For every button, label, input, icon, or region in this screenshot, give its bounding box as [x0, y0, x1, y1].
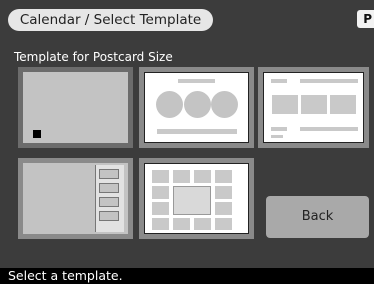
template-4[interactable]: [18, 158, 133, 239]
mode-badge: P: [357, 10, 374, 28]
strip-cell-2: [99, 183, 119, 193]
grid-cell: [152, 202, 169, 215]
grid-cell: [152, 170, 169, 183]
template-3[interactable]: [258, 67, 369, 148]
status-bar: Select a template.: [0, 268, 374, 284]
cell-1: [272, 95, 298, 114]
grid-cell: [173, 218, 190, 230]
template-2[interactable]: [139, 67, 254, 148]
template-3-preview: [263, 72, 364, 143]
cell-3: [330, 95, 356, 114]
grid-cell: [194, 218, 211, 230]
circle-2: [184, 91, 211, 118]
grid-cell: [152, 186, 169, 199]
grid-center: [173, 186, 211, 215]
strip-cell-1: [99, 169, 119, 179]
back-button[interactable]: Back: [266, 196, 369, 238]
template-1[interactable]: [18, 67, 133, 148]
grid-cell: [215, 202, 232, 215]
row-label-2: [271, 127, 287, 131]
strip-cell-3: [99, 197, 119, 207]
header-bar: [178, 79, 215, 83]
screen-title: Calendar / Select Template: [8, 9, 213, 31]
row-title-1: [300, 79, 358, 83]
section-label: Template for Postcard Size: [14, 50, 173, 64]
row-title-2: [300, 127, 358, 131]
row-label-1: [271, 79, 287, 83]
template-1-preview: [23, 72, 128, 143]
grid-cell: [152, 218, 169, 230]
template-5-preview: [144, 163, 249, 234]
footer-bar: [157, 129, 237, 134]
grid-cell: [173, 170, 190, 183]
grid-cell: [215, 170, 232, 183]
screen: Calendar / Select Template P Template fo…: [0, 0, 374, 268]
cell-2: [301, 95, 327, 114]
strip-cell-4: [99, 211, 119, 221]
template-4-preview: [23, 163, 128, 234]
grid-cell: [194, 170, 211, 183]
row-sub-2: [271, 135, 283, 138]
grid-cell: [215, 186, 232, 199]
photo-marker: [33, 130, 41, 138]
circle-1: [156, 91, 183, 118]
template-2-preview: [144, 72, 249, 143]
template-5[interactable]: [139, 158, 254, 239]
circle-3: [211, 91, 238, 118]
grid-cell: [215, 218, 232, 230]
